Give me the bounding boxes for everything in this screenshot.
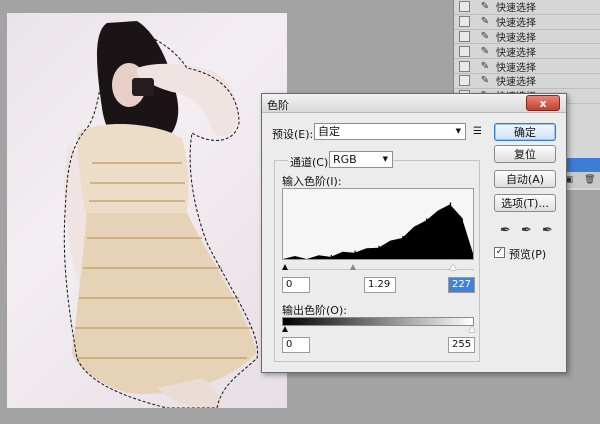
history-item[interactable]: ✎ 快速选择	[454, 44, 600, 60]
preset-value: 自定	[318, 125, 340, 138]
ok-button[interactable]: 确定	[494, 123, 556, 141]
trash-icon[interactable]: 🗑	[584, 175, 595, 185]
history-item-label: 快速选择	[496, 47, 536, 59]
options-button[interactable]: 选项(T)...	[494, 194, 556, 212]
input-black-field[interactable]: 0	[282, 277, 310, 293]
black-eyedropper-icon[interactable]: ✒	[500, 223, 511, 238]
input-gamma-field[interactable]: 1.29	[364, 277, 396, 293]
photo-figure	[63, 21, 259, 408]
history-item-label: 快速选择	[496, 62, 536, 74]
history-item-label: 快速选择	[496, 33, 536, 44]
dialog-title: 色阶	[267, 99, 289, 112]
close-icon: x	[539, 96, 547, 110]
history-item[interactable]: ✎ 快速选择	[454, 15, 600, 30]
dress-top-shape	[77, 123, 189, 218]
close-button[interactable]: x	[526, 95, 560, 111]
preset-label: 预设(E):	[272, 128, 314, 141]
histogram-bin	[414, 227, 416, 259]
histogram-bin	[366, 249, 368, 259]
history-item[interactable]: ✎ 快速选择	[454, 0, 600, 15]
output-levels-label: 输出色阶(O):	[282, 304, 347, 317]
input-levels-label: 输入色阶(I):	[282, 175, 342, 188]
history-visibility-checkbox[interactable]	[459, 75, 470, 87]
histogram	[282, 188, 474, 260]
gray-eyedropper-icon[interactable]: ✒	[521, 223, 532, 238]
dress-skirt-shape	[72, 213, 257, 394]
brush-icon: ✎	[480, 1, 490, 13]
history-item[interactable]: ✎ 快速选择	[454, 74, 600, 89]
history-visibility-checkbox[interactable]	[459, 1, 470, 13]
preset-select[interactable]: 自定 ▼	[314, 123, 466, 140]
chevron-down-icon: ▼	[382, 155, 388, 163]
photo-canvas[interactable]	[7, 13, 287, 408]
histogram-bin	[426, 218, 428, 259]
input-black-slider[interactable]	[282, 264, 288, 270]
histogram-chart	[283, 202, 473, 259]
histogram-bin	[330, 254, 332, 259]
histogram-bin	[461, 218, 463, 259]
chevron-down-icon: ▼	[455, 127, 461, 135]
brush-icon: ✎	[480, 16, 490, 28]
white-eyedropper-icon[interactable]: ✒	[542, 223, 553, 238]
brush-icon: ✎	[480, 75, 490, 87]
input-slider-track[interactable]	[282, 269, 474, 270]
auto-button[interactable]: 自动(A)	[494, 170, 556, 188]
brush-icon: ✎	[480, 30, 490, 42]
reset-button[interactable]: 复位	[494, 145, 556, 163]
brush-icon: ✎	[480, 45, 490, 57]
dialog-titlebar[interactable]: 色阶 x	[262, 94, 566, 113]
histogram-bin	[318, 256, 320, 259]
histogram-bin	[354, 250, 356, 259]
output-white-slider[interactable]	[469, 326, 475, 332]
levels-dialog: 色阶 x 预设(E): 自定 ▼ ☰ 通道(C): RGB ▼ 输入色阶(I):…	[261, 93, 567, 373]
history-visibility-checkbox[interactable]	[459, 30, 470, 42]
camera-shape	[132, 78, 154, 96]
histogram-bin	[402, 236, 404, 259]
history-item-selected[interactable]	[565, 158, 600, 172]
history-item-label: 快速选择	[496, 18, 536, 30]
history-item[interactable]: ✎ 快速选择	[454, 30, 600, 45]
histogram-bin	[342, 252, 344, 259]
history-visibility-checkbox[interactable]	[459, 16, 470, 28]
history-visibility-checkbox[interactable]	[459, 60, 470, 72]
output-black-slider[interactable]	[282, 326, 288, 332]
histogram-bin	[449, 202, 452, 259]
history-visibility-checkbox[interactable]	[459, 45, 470, 57]
output-black-field[interactable]: 0	[282, 337, 310, 353]
brush-icon: ✎	[480, 60, 490, 72]
preset-options-icon[interactable]: ☰	[473, 126, 482, 137]
histogram-bin	[438, 211, 440, 259]
channel-select[interactable]: RGB ▼	[329, 151, 393, 168]
output-gradient	[282, 317, 474, 326]
channel-label: 通道(C):	[288, 154, 334, 170]
histogram-area	[283, 204, 473, 259]
channel-value: RGB	[333, 153, 357, 166]
preview-checkbox[interactable]: ✓	[494, 247, 505, 258]
history-item[interactable]: ✎ 快速选择	[454, 59, 600, 74]
output-white-field[interactable]: 255	[448, 337, 475, 353]
input-white-field[interactable]: 227	[448, 277, 475, 293]
history-item-label: 快速选择	[496, 3, 536, 15]
preview-label: 预览(P)	[509, 248, 547, 261]
history-item-label: 快速选择	[496, 77, 536, 89]
histogram-bin	[378, 245, 380, 259]
input-gamma-slider[interactable]	[350, 264, 356, 270]
histogram-bin	[390, 241, 392, 259]
input-white-slider[interactable]	[450, 264, 456, 270]
